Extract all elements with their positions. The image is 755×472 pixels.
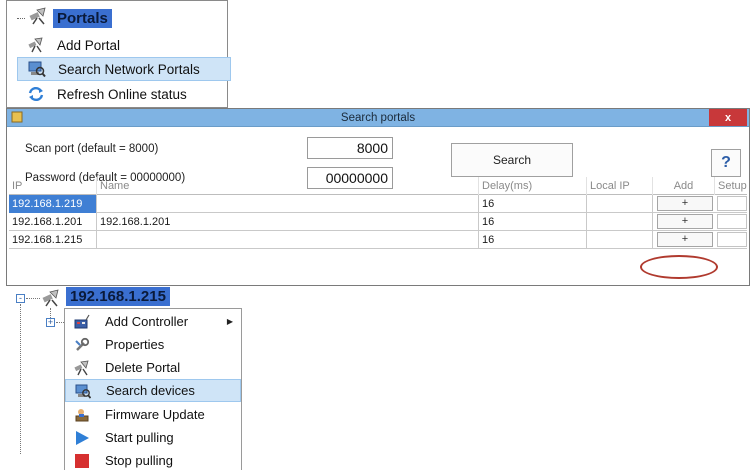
close-button[interactable]: x <box>709 109 747 126</box>
context-item-label: Start pulling <box>105 430 174 445</box>
setup-button[interactable] <box>717 232 747 247</box>
context-item-firmware-update[interactable]: Firmware Update <box>65 403 241 426</box>
portals-title: Portals <box>53 8 112 28</box>
cell-name[interactable]: 192.168.1.201 <box>97 213 479 231</box>
add-portal-button[interactable]: + <box>657 214 713 229</box>
cell-ip[interactable]: 192.168.1.201 <box>9 213 97 231</box>
context-item-search-devices[interactable]: Search devices <box>65 379 241 402</box>
context-menu: Add Controller ▶ Properties Delete Porta… <box>64 308 242 470</box>
portals-table: IP Name Delay(ms) Local IP Add Setup 192… <box>9 177 747 249</box>
context-item-delete-portal[interactable]: Delete Portal <box>65 356 241 379</box>
column-header-setup[interactable]: Setup <box>715 177 747 195</box>
dialog-title: Search portals <box>340 111 416 124</box>
app-icon <box>11 111 23 126</box>
search-network-icon <box>28 60 46 78</box>
context-item-add-controller[interactable]: Add Controller ▶ <box>65 310 241 333</box>
portals-menu: Portals Add Portal Search Network Portal… <box>6 0 231 108</box>
cell-name[interactable] <box>97 231 479 249</box>
context-item-stop-pulling[interactable]: Stop pulling <box>65 449 241 472</box>
column-header-delay[interactable]: Delay(ms) <box>479 177 587 195</box>
tree-connector <box>17 17 25 19</box>
search-devices-icon <box>75 383 91 399</box>
satellite-icon <box>27 36 45 54</box>
cell-ip[interactable]: 192.168.1.219 <box>9 195 97 213</box>
menu-item-label: Refresh Online status <box>57 86 187 102</box>
dialog-titlebar[interactable]: Search portals x <box>7 109 749 127</box>
context-item-label: Firmware Update <box>105 407 205 422</box>
search-portals-dialog: Search portals x Scan port (default = 80… <box>6 108 750 286</box>
portal-node-label[interactable]: 192.168.1.215 <box>66 287 170 306</box>
search-button[interactable]: Search <box>451 143 573 177</box>
cell-delay[interactable]: 16 <box>479 213 587 231</box>
cell-ip[interactable]: 192.168.1.215 <box>9 231 97 249</box>
menu-item-search-network-portals[interactable]: Search Network Portals <box>17 57 231 81</box>
collapse-icon[interactable]: - <box>16 294 25 303</box>
tree-connector <box>20 304 21 454</box>
context-item-label: Properties <box>105 337 165 352</box>
setup-button[interactable] <box>717 214 747 229</box>
tree-connector <box>26 298 40 299</box>
table-row[interactable]: 192.168.1.215 16 + <box>9 231 747 249</box>
firmware-update-icon <box>74 407 90 423</box>
scan-port-input[interactable] <box>307 137 393 159</box>
play-icon <box>74 430 90 446</box>
menu-item-label: Add Portal <box>57 37 121 53</box>
context-item-label: Stop pulling <box>105 453 173 468</box>
portals-header[interactable]: Portals <box>17 6 112 31</box>
menu-item-refresh-online-status[interactable]: Refresh Online status <box>17 82 231 106</box>
delete-portal-icon <box>74 360 90 376</box>
cell-name[interactable] <box>97 195 479 213</box>
menu-item-add-portal[interactable]: Add Portal <box>17 33 231 57</box>
context-item-start-pulling[interactable]: Start pulling <box>65 426 241 449</box>
table-header: IP Name Delay(ms) Local IP Add Setup <box>9 177 747 195</box>
cell-local-ip[interactable] <box>587 231 653 249</box>
tree-connector <box>56 322 64 323</box>
submenu-arrow-icon: ▶ <box>226 317 233 326</box>
context-item-properties[interactable]: Properties <box>65 333 241 356</box>
scan-port-label: Scan port (default = 8000) <box>25 143 159 155</box>
expand-icon[interactable]: + <box>46 318 55 327</box>
satellite-icon <box>27 6 49 31</box>
setup-button[interactable] <box>717 196 747 211</box>
cell-delay[interactable]: 16 <box>479 195 587 213</box>
satellite-icon <box>40 288 62 313</box>
add-controller-icon <box>74 314 90 330</box>
context-item-label: Search devices <box>106 383 195 398</box>
column-header-local-ip[interactable]: Local IP <box>587 177 653 195</box>
properties-icon <box>74 337 90 353</box>
portal-tree: - 192.168.1.215 + Add Controller ▶ Prope… <box>0 286 260 470</box>
stop-icon <box>74 453 90 469</box>
table-row[interactable]: 192.168.1.201 192.168.1.201 16 + <box>9 213 747 231</box>
add-portal-button[interactable]: + <box>657 232 713 247</box>
help-button[interactable]: ? <box>711 149 741 177</box>
refresh-icon <box>27 85 45 103</box>
menu-item-label: Search Network Portals <box>58 61 200 77</box>
column-header-ip[interactable]: IP <box>9 177 97 195</box>
column-header-add[interactable]: Add <box>653 177 715 195</box>
add-portal-button[interactable]: + <box>657 196 713 211</box>
cell-delay[interactable]: 16 <box>479 231 587 249</box>
cell-local-ip[interactable] <box>587 213 653 231</box>
column-header-name[interactable]: Name <box>97 177 479 195</box>
context-item-label: Add Controller <box>105 314 189 329</box>
context-item-label: Delete Portal <box>105 360 181 375</box>
cell-local-ip[interactable] <box>587 195 653 213</box>
annotation-ellipse <box>640 255 718 279</box>
table-row[interactable]: 192.168.1.219 16 + <box>9 195 747 213</box>
